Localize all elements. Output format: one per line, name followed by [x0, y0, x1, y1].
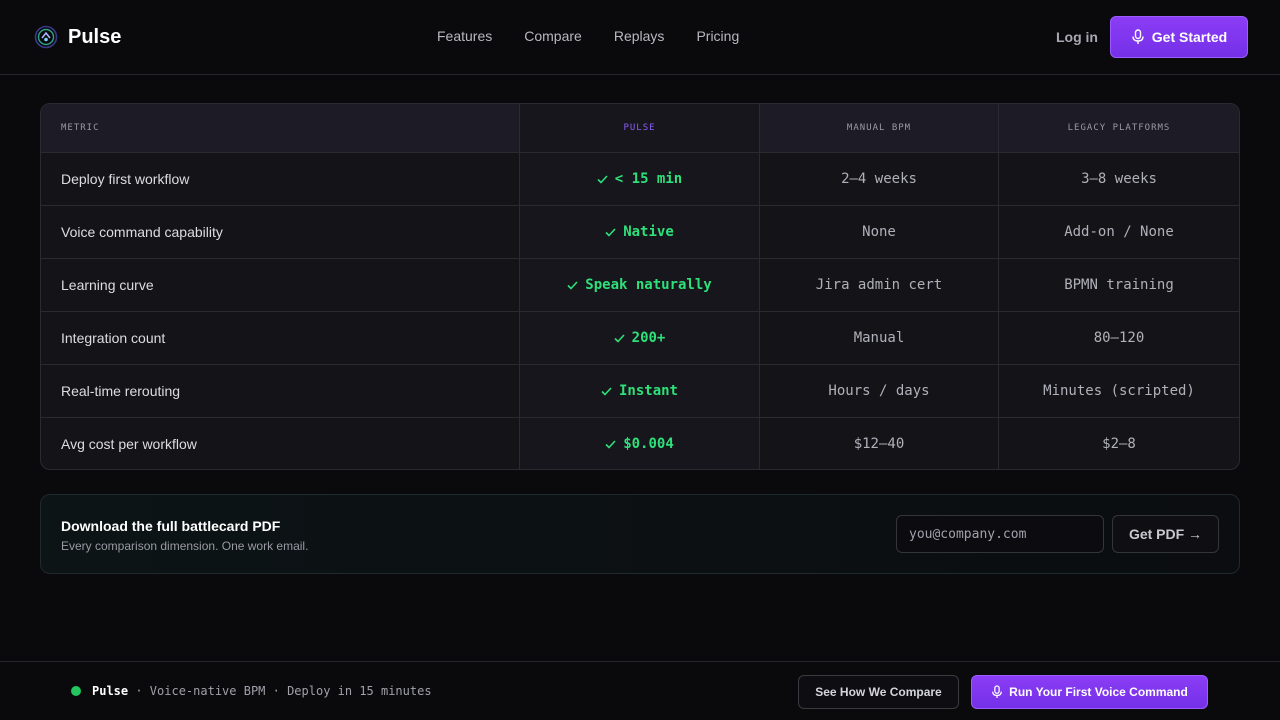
- manual-bpm-value: None: [862, 224, 896, 240]
- metric-label: Real-time rerouting: [61, 383, 181, 399]
- check-icon: [614, 333, 625, 343]
- download-subtitle: Every comparison dimension. One work ema…: [61, 539, 309, 553]
- run-voice-command-label: Run Your First Voice Command: [1009, 685, 1188, 699]
- top-navbar: Pulse Features Compare Replays Pricing L…: [0, 0, 1280, 75]
- manual-bpm-cell: Jira admin cert: [760, 259, 999, 311]
- brand-name: Pulse: [68, 25, 122, 48]
- header-metric: METRIC: [41, 104, 520, 152]
- brand[interactable]: Pulse: [34, 25, 121, 49]
- metric-cell: Deploy first workflow: [41, 153, 520, 205]
- legacy-platforms-cell: $2–8: [999, 418, 1239, 469]
- nav-link-pricing[interactable]: Pricing: [696, 28, 739, 44]
- header-pulse: PULSE: [520, 104, 760, 152]
- check-icon: [605, 439, 616, 449]
- legacy-platforms-cell: 3–8 weeks: [999, 153, 1239, 205]
- work-email-input[interactable]: [896, 515, 1104, 553]
- pulse-cell: Speak naturally: [520, 259, 760, 311]
- manual-bpm-value: Manual: [853, 330, 905, 346]
- pulse-value-text: $0.004: [623, 436, 674, 452]
- metric-label: Avg cost per workflow: [61, 436, 197, 452]
- legacy-platforms-cell: Add-on / None: [999, 206, 1239, 258]
- pulse-cell: < 15 min: [520, 153, 760, 205]
- comparison-table: METRIC PULSE MANUAL BPM LEGACY PLATFORMS…: [40, 103, 1240, 470]
- manual-bpm-cell: None: [760, 206, 999, 258]
- header-manual-bpm: MANUAL BPM: [760, 104, 999, 152]
- manual-bpm-value: Hours / days: [828, 383, 930, 399]
- manual-bpm-value: $12–40: [853, 436, 905, 452]
- manual-bpm-cell: 2–4 weeks: [760, 153, 999, 205]
- table-row: Real-time rerouting Instant Hours / days Mi…: [41, 364, 1239, 417]
- table-row: Learning curve Speak naturally Jira admin …: [41, 258, 1239, 311]
- manual-bpm-value: Jira admin cert: [815, 277, 943, 293]
- check-icon: [567, 280, 578, 290]
- metric-label: Learning curve: [61, 277, 154, 293]
- pulse-value: $0.004: [605, 436, 674, 452]
- legacy-platforms-cell: BPMN training: [999, 259, 1239, 311]
- metric-label: Integration count: [61, 330, 166, 346]
- pulse-cell: $0.004: [520, 418, 760, 469]
- metric-cell: Learning curve: [41, 259, 520, 311]
- pulse-value-text: < 15 min: [614, 171, 683, 187]
- pulse-logo-icon: [34, 25, 58, 49]
- pulse-value: < 15 min: [597, 171, 682, 187]
- legacy-platforms-value: BPMN training: [1064, 277, 1174, 293]
- legacy-platforms-value: $2–8: [1102, 436, 1136, 452]
- metric-label: Voice command capability: [61, 224, 223, 240]
- status-dot-icon: [71, 686, 81, 696]
- pulse-value-text: 200+: [631, 330, 666, 346]
- download-title: Download the full battlecard PDF: [61, 518, 281, 534]
- header-legacy-platforms: LEGACY PLATFORMS: [1067, 123, 1171, 133]
- pulse-cell: Native: [520, 206, 760, 258]
- legacy-platforms-value: Minutes (scripted): [1043, 383, 1195, 399]
- footer-brand: Pulse: [92, 684, 129, 698]
- manual-bpm-cell: Manual: [760, 312, 999, 364]
- pulse-value: Instant: [601, 383, 678, 399]
- nav-link-compare[interactable]: Compare: [524, 28, 582, 44]
- metric-cell: Avg cost per workflow: [41, 418, 520, 469]
- download-battlecard-card: Download the full battlecard PDF Every c…: [40, 494, 1240, 574]
- legacy-platforms-value: 3–8 weeks: [1081, 171, 1157, 187]
- table-row: Integration count 200+ Manual 80–120: [41, 311, 1239, 364]
- sticky-footer-bar: Pulse · Voice-native BPM · Deploy in 15 …: [0, 661, 1280, 720]
- microphone-icon: [992, 685, 1003, 698]
- table-row: Deploy first workflow < 15 min 2–4 weeks 3–…: [41, 152, 1239, 205]
- pulse-value-text: Speak naturally: [585, 277, 712, 293]
- footer-tagline-text: · Voice-native BPM · Deploy in 15 minute…: [128, 684, 432, 698]
- check-icon: [601, 386, 612, 396]
- get-pdf-button[interactable]: Get PDF →: [1112, 515, 1219, 553]
- table-row: Voice command capability Native None Add-on…: [41, 205, 1239, 258]
- get-started-label: Get Started: [1151, 29, 1228, 45]
- pulse-value-text: Instant: [618, 383, 678, 399]
- pulse-value-text: Native: [623, 224, 674, 240]
- main-nav: Features Compare Replays Pricing: [437, 28, 771, 44]
- get-started-button[interactable]: Get Started: [1110, 16, 1248, 58]
- footer-tagline: Pulse · Voice-native BPM · Deploy in 15 …: [92, 684, 432, 698]
- legacy-platforms-value: Add-on / None: [1064, 224, 1174, 240]
- table-row: Avg cost per workflow $0.004 $12–40 $2–8: [41, 417, 1239, 469]
- microphone-icon: [1132, 29, 1144, 44]
- legacy-platforms-cell: 80–120: [999, 312, 1239, 364]
- metric-cell: Real-time rerouting: [41, 365, 520, 417]
- check-icon: [597, 174, 608, 184]
- run-voice-command-button[interactable]: Run Your First Voice Command: [971, 675, 1208, 709]
- see-how-we-compare-button[interactable]: See How We Compare: [798, 675, 959, 709]
- legacy-platforms-cell: Minutes (scripted): [999, 365, 1239, 417]
- pulse-value: 200+: [614, 330, 666, 346]
- metric-label: Deploy first workflow: [61, 171, 190, 187]
- legacy-platforms-value: 80–120: [1093, 330, 1145, 346]
- pulse-cell: Instant: [520, 365, 760, 417]
- check-icon: [605, 227, 616, 237]
- manual-bpm-cell: $12–40: [760, 418, 999, 469]
- metric-cell: Voice command capability: [41, 206, 520, 258]
- metric-cell: Integration count: [41, 312, 520, 364]
- pulse-value: Native: [605, 224, 674, 240]
- pulse-value: Speak naturally: [567, 277, 712, 293]
- login-link[interactable]: Log in: [1056, 29, 1098, 45]
- nav-link-replays[interactable]: Replays: [614, 28, 665, 44]
- manual-bpm-cell: Hours / days: [760, 365, 999, 417]
- pulse-cell: 200+: [520, 312, 760, 364]
- manual-bpm-value: 2–4 weeks: [841, 171, 917, 187]
- table-header-row: METRIC PULSE MANUAL BPM LEGACY PLATFORMS: [41, 104, 1239, 152]
- nav-link-features[interactable]: Features: [437, 28, 492, 44]
